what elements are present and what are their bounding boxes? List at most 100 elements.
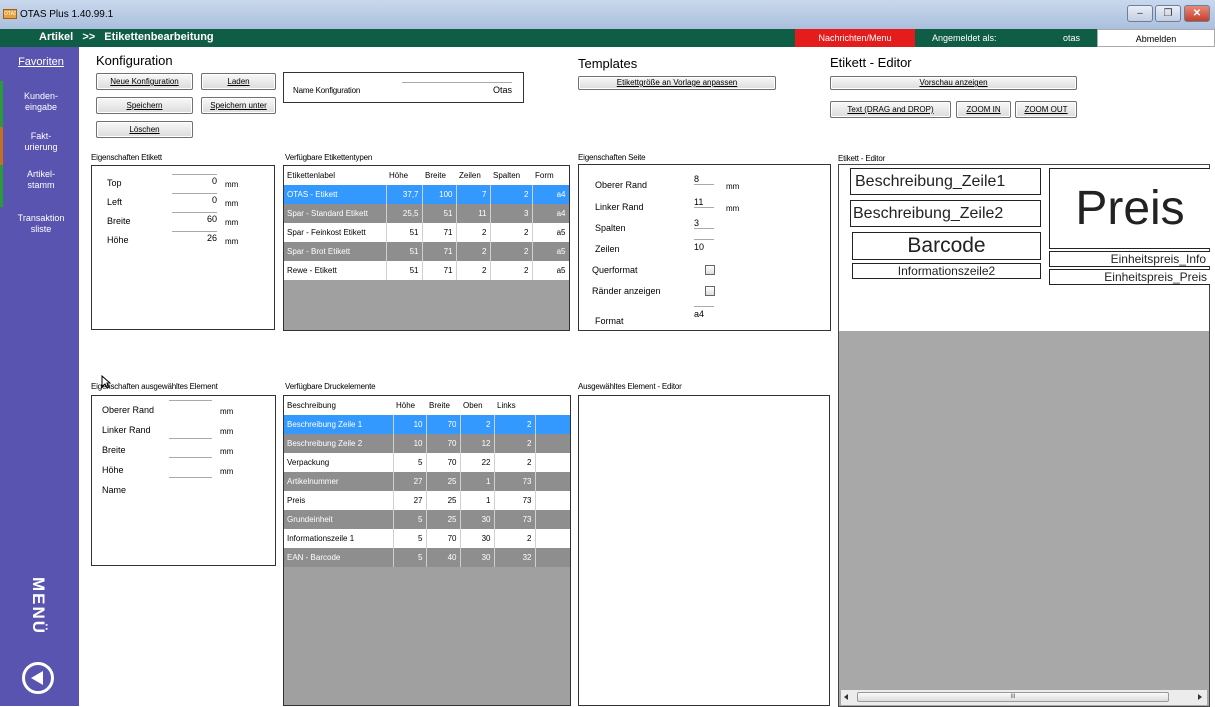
table-cell: EAN - Barcode xyxy=(284,548,394,567)
canvas-element-unit-price[interactable]: Einheitspreis_Preis xyxy=(1049,269,1210,285)
table-cell: 5 xyxy=(393,529,427,548)
table-cell: 51 xyxy=(386,261,423,280)
templates-title: Templates xyxy=(578,56,638,71)
minimize-button[interactable]: – xyxy=(1127,5,1153,22)
top-margin-input[interactable]: 8 xyxy=(694,174,714,185)
table-cell: Beschreibung Zeile 2 xyxy=(284,434,394,453)
table-row[interactable]: OTAS - Etikett 37,7 100 7 2 a4 xyxy=(284,185,569,204)
show-margins-checkbox[interactable] xyxy=(705,286,715,296)
table-cell: 3 xyxy=(490,204,533,223)
save-as-button[interactable]: Speichern unter xyxy=(201,97,276,114)
column-header[interactable]: Breite xyxy=(426,396,460,415)
column-header[interactable]: Beschreibung xyxy=(284,396,393,415)
column-header[interactable]: Etikettenlabel xyxy=(284,166,386,185)
preview-button[interactable]: Vorschau anzeigen xyxy=(830,76,1077,90)
table-row[interactable]: Rewe - Etikett 51 71 2 2 a5 xyxy=(284,261,569,280)
breadcrumb-section[interactable]: Artikel xyxy=(39,31,73,43)
elem-width-input[interactable] xyxy=(169,442,212,458)
format-input[interactable]: a4 xyxy=(694,306,714,319)
horizontal-scrollbar[interactable]: III xyxy=(841,690,1207,705)
scroll-left-icon[interactable] xyxy=(844,694,848,700)
config-title: Konfiguration xyxy=(96,53,173,68)
text-drag-drop-button[interactable]: Text (DRAG and DROP) xyxy=(830,101,951,118)
maximize-button[interactable]: ❐ xyxy=(1155,5,1181,22)
label-width-unit: mm xyxy=(225,218,239,227)
canvas-element-description-2[interactable]: Beschreibung_Zeile2 xyxy=(850,200,1041,227)
scroll-right-icon[interactable] xyxy=(1198,694,1202,700)
save-button[interactable]: Speichern xyxy=(96,97,193,114)
table-row[interactable]: Grundeinheit 5 25 30 73 xyxy=(284,510,570,529)
table-cell: 73 xyxy=(494,491,536,510)
table-cell-blank xyxy=(535,548,570,567)
messages-button[interactable]: Nachrichten/Menu xyxy=(795,29,915,47)
new-config-button[interactable]: Neue Konfiguration xyxy=(96,73,193,90)
table-row[interactable]: Informationszeile 1 5 70 30 2 xyxy=(284,529,570,548)
elem-name-label: Name xyxy=(102,485,127,495)
delete-button[interactable]: Löschen xyxy=(96,121,193,138)
editor-title: Etikett - Editor xyxy=(830,55,912,70)
sidebar-item-article-master[interactable]: Artikel- stamm xyxy=(0,165,79,207)
label-width-input[interactable]: 60 xyxy=(172,212,217,224)
landscape-checkbox[interactable] xyxy=(705,265,715,275)
table-cell-blank xyxy=(535,491,570,510)
canvas-element-barcode[interactable]: Barcode xyxy=(852,232,1041,260)
close-button[interactable]: ✕ xyxy=(1184,5,1210,22)
landscape-label: Querformat xyxy=(592,265,638,275)
table-row[interactable]: Spar - Brot Etikett 51 71 2 2 a5 xyxy=(284,242,569,261)
app-icon: OTAS xyxy=(3,9,17,19)
sidebar-item-customer-entry[interactable]: Kunden- eingabe xyxy=(0,81,79,127)
sidebar-item-favorites[interactable]: Favoriten xyxy=(0,57,79,68)
canvas-element-description-1[interactable]: Beschreibung_Zeile1 xyxy=(850,168,1041,195)
table-cell: Spar - Standard Etikett xyxy=(284,204,387,223)
canvas-element-price[interactable]: Preis xyxy=(1049,168,1210,249)
menu-label[interactable]: MENÜ xyxy=(28,577,48,635)
scroll-thumb[interactable]: III xyxy=(857,692,1169,702)
elem-top-input[interactable] xyxy=(169,400,212,414)
table-cell: OTAS - Etikett xyxy=(284,185,387,204)
table-row[interactable]: EAN - Barcode 5 40 30 32 xyxy=(284,548,570,567)
config-name-box: Name Konfiguration Otas xyxy=(283,72,524,103)
table-cell: 71 xyxy=(422,242,457,261)
column-header[interactable]: Zeilen xyxy=(456,166,490,185)
table-row[interactable]: Verpackung 5 70 22 2 xyxy=(284,453,570,472)
back-arrow-icon[interactable] xyxy=(22,662,54,694)
sidebar-item-transaction-list[interactable]: Transaktion sliste xyxy=(0,213,79,243)
load-button[interactable]: Laden xyxy=(201,73,276,90)
canvas-element-unit-price-info[interactable]: Einheitspreis_Info xyxy=(1049,251,1210,267)
column-header[interactable]: Spalten xyxy=(490,166,532,185)
table-row[interactable]: Beschreibung Zeile 2 10 70 12 2 xyxy=(284,434,570,453)
table-row[interactable]: Preis 27 25 1 73 xyxy=(284,491,570,510)
logout-button[interactable]: Abmelden xyxy=(1097,29,1215,47)
left-margin-input[interactable]: 11 xyxy=(694,197,714,208)
column-header[interactable]: Form xyxy=(532,166,569,185)
element-editor-panel[interactable] xyxy=(578,395,830,706)
canvas-element-info-line-2[interactable]: Informationszeile2 xyxy=(852,263,1041,279)
rows-input[interactable]: 10 xyxy=(694,239,714,252)
column-header[interactable]: Oben xyxy=(460,396,494,415)
config-name-input[interactable]: Otas xyxy=(402,82,512,95)
table-cell-blank xyxy=(535,510,570,529)
label-left-unit: mm xyxy=(225,199,239,208)
label-height-input[interactable]: 26 xyxy=(172,231,217,243)
zoom-out-button[interactable]: ZOOM OUT xyxy=(1015,101,1077,118)
elem-left-input[interactable] xyxy=(169,420,212,439)
label-left-input[interactable]: 0 xyxy=(172,193,217,205)
columns-input[interactable]: 3 xyxy=(694,218,714,229)
table-row[interactable]: Artikelnummer 27 25 1 73 xyxy=(284,472,570,491)
table-cell: Spar - Feinkost Etikett xyxy=(284,223,387,242)
fit-template-button[interactable]: Etikettgröße an Vorlage anpassen xyxy=(578,76,776,90)
column-header[interactable]: Höhe xyxy=(393,396,426,415)
label-height-unit: mm xyxy=(225,237,239,246)
elem-height-input[interactable] xyxy=(169,462,212,478)
table-row[interactable]: Beschreibung Zeile 1 10 70 2 2 xyxy=(284,415,570,434)
label-editor-canvas[interactable]: Beschreibung_Zeile1 Beschreibung_Zeile2 … xyxy=(838,164,1210,707)
zoom-in-button[interactable]: ZOOM IN xyxy=(956,101,1011,118)
label-top-input[interactable]: 0 xyxy=(172,174,217,186)
column-header[interactable]: Links xyxy=(494,396,535,415)
table-cell: Grundeinheit xyxy=(284,510,394,529)
table-cell: 2 xyxy=(490,242,533,261)
column-header[interactable]: Höhe xyxy=(386,166,422,185)
column-header[interactable]: Breite xyxy=(422,166,456,185)
table-row[interactable]: Spar - Feinkost Etikett 51 71 2 2 a5 xyxy=(284,223,569,242)
table-row[interactable]: Spar - Standard Etikett 25,5 51 11 3 a4 xyxy=(284,204,569,223)
